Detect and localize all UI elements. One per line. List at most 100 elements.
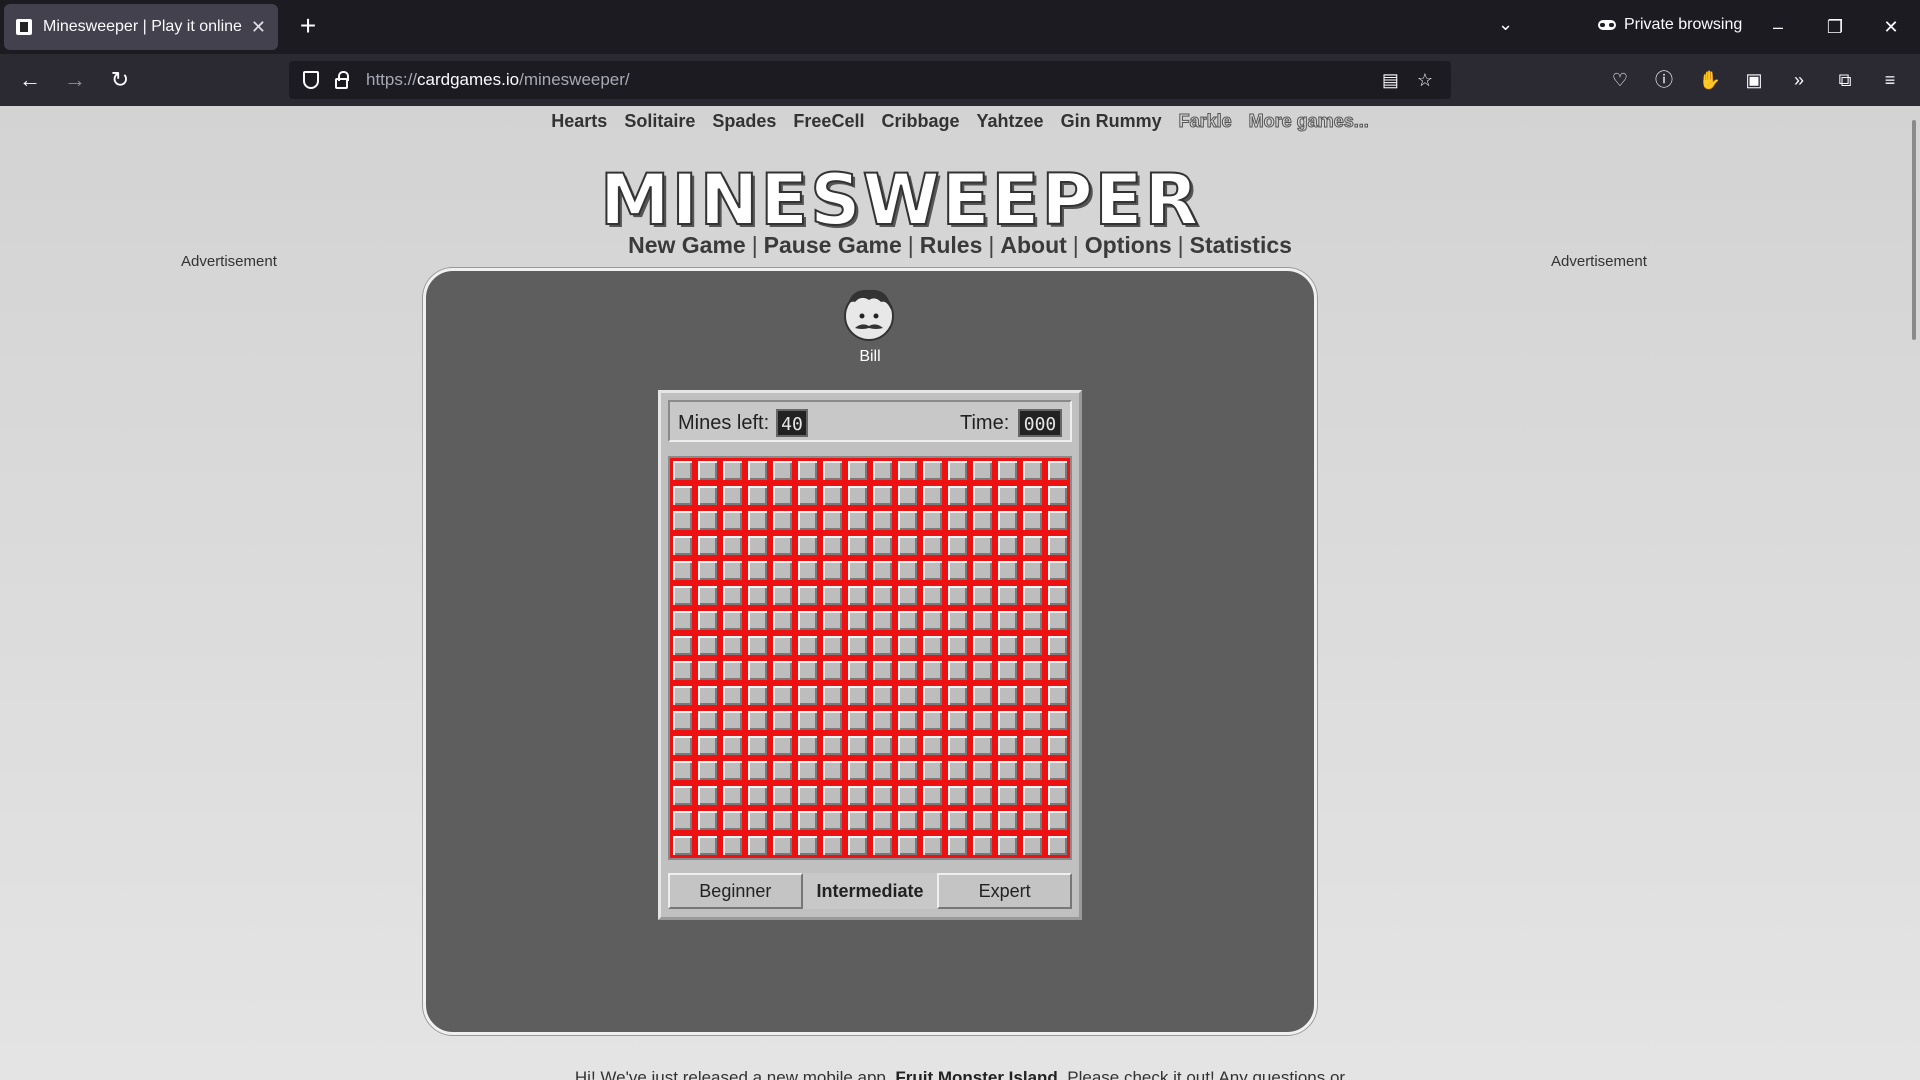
mine-cell[interactable]	[695, 808, 720, 833]
mine-cell[interactable]	[695, 683, 720, 708]
mine-cell[interactable]	[1020, 833, 1045, 858]
mine-cell[interactable]	[795, 558, 820, 583]
mine-cell[interactable]	[670, 483, 695, 508]
mine-cell[interactable]	[695, 483, 720, 508]
mine-cell[interactable]	[820, 658, 845, 683]
mine-cell[interactable]	[970, 583, 995, 608]
forward-arrow-icon[interactable]: →	[59, 64, 91, 96]
mine-cell[interactable]	[1020, 658, 1045, 683]
mine-cell[interactable]	[795, 583, 820, 608]
mine-cell[interactable]	[695, 583, 720, 608]
mine-cell[interactable]	[995, 708, 1020, 733]
mine-cell[interactable]	[770, 758, 795, 783]
mine-cell[interactable]	[720, 458, 745, 483]
mine-cell[interactable]	[870, 683, 895, 708]
mine-cell[interactable]	[745, 833, 770, 858]
mine-cell[interactable]	[920, 808, 945, 833]
mine-cell[interactable]	[795, 633, 820, 658]
mine-cell[interactable]	[1020, 808, 1045, 833]
mine-cell[interactable]	[770, 833, 795, 858]
mine-cell[interactable]	[970, 558, 995, 583]
mine-cell[interactable]	[970, 758, 995, 783]
hand-extension-icon[interactable]: ✋	[1696, 66, 1724, 94]
mine-cell[interactable]	[1045, 458, 1070, 483]
mine-cell[interactable]	[695, 783, 720, 808]
mine-cell[interactable]	[870, 808, 895, 833]
mine-cell[interactable]	[770, 558, 795, 583]
mine-cell[interactable]	[1045, 608, 1070, 633]
mine-cell[interactable]	[670, 633, 695, 658]
note-extension-icon[interactable]: ▣	[1740, 66, 1768, 94]
mine-cell[interactable]	[695, 633, 720, 658]
mine-cell[interactable]	[945, 533, 970, 558]
mine-cell[interactable]	[945, 658, 970, 683]
mine-cell[interactable]	[970, 808, 995, 833]
mine-cell[interactable]	[870, 633, 895, 658]
mine-cell[interactable]	[920, 833, 945, 858]
mine-cell[interactable]	[720, 583, 745, 608]
pocket-icon[interactable]: ♡	[1606, 66, 1634, 94]
mine-cell[interactable]	[695, 658, 720, 683]
mine-cell[interactable]	[995, 508, 1020, 533]
close-window-icon[interactable]: ✕	[1876, 12, 1906, 42]
menu-new-game[interactable]: New Game	[628, 232, 746, 258]
mine-cell[interactable]	[820, 808, 845, 833]
menu-pause-game[interactable]: Pause Game	[764, 232, 902, 258]
mine-cell[interactable]	[720, 733, 745, 758]
mine-cell[interactable]	[1020, 608, 1045, 633]
mine-cell[interactable]	[820, 558, 845, 583]
mine-cell[interactable]	[845, 708, 870, 733]
extensions-puzzle-icon[interactable]: ⧉	[1831, 66, 1859, 94]
reload-icon[interactable]: ↻	[104, 64, 136, 96]
mine-cell[interactable]	[945, 758, 970, 783]
mine-cell[interactable]	[1045, 708, 1070, 733]
mine-cell[interactable]	[720, 658, 745, 683]
mine-cell[interactable]	[920, 708, 945, 733]
mine-cell[interactable]	[695, 758, 720, 783]
mine-cell[interactable]	[745, 708, 770, 733]
mine-cell[interactable]	[970, 508, 995, 533]
tracking-protection-shield-icon[interactable]	[303, 71, 319, 89]
mine-cell[interactable]	[845, 608, 870, 633]
mine-cell[interactable]	[945, 708, 970, 733]
mine-cell[interactable]	[920, 458, 945, 483]
mine-cell[interactable]	[1045, 783, 1070, 808]
mine-cell[interactable]	[745, 558, 770, 583]
mine-cell[interactable]	[670, 583, 695, 608]
mine-cell[interactable]	[1020, 733, 1045, 758]
mine-cell[interactable]	[945, 608, 970, 633]
mine-cell[interactable]	[770, 633, 795, 658]
mine-cell[interactable]	[745, 458, 770, 483]
mine-cell[interactable]	[670, 608, 695, 633]
mine-cell[interactable]	[870, 558, 895, 583]
mine-cell[interactable]	[895, 783, 920, 808]
mine-cell[interactable]	[970, 533, 995, 558]
mine-cell[interactable]	[1020, 633, 1045, 658]
browser-tab[interactable]: Minesweeper | Play it online ✕	[4, 4, 278, 50]
mine-cell[interactable]	[870, 758, 895, 783]
mine-cell[interactable]	[720, 683, 745, 708]
mine-cell[interactable]	[770, 483, 795, 508]
mine-cell[interactable]	[795, 458, 820, 483]
mine-cell[interactable]	[1020, 483, 1045, 508]
mine-cell[interactable]	[820, 458, 845, 483]
mine-cell[interactable]	[870, 733, 895, 758]
nav-link-farkle[interactable]: Farkle	[1178, 111, 1232, 132]
mine-cell[interactable]	[845, 683, 870, 708]
mine-cell[interactable]	[845, 833, 870, 858]
mine-cell[interactable]	[945, 483, 970, 508]
mine-cell[interactable]	[995, 808, 1020, 833]
mine-cell[interactable]	[745, 683, 770, 708]
mine-cell[interactable]	[895, 808, 920, 833]
back-arrow-icon[interactable]: ←	[14, 64, 46, 96]
mine-cell[interactable]	[795, 683, 820, 708]
mine-cell[interactable]	[770, 533, 795, 558]
mine-cell[interactable]	[845, 808, 870, 833]
mine-cell[interactable]	[920, 608, 945, 633]
address-bar[interactable]: https://cardgames.io/minesweeper/ ▤ ☆	[289, 61, 1451, 99]
mine-cell[interactable]	[720, 708, 745, 733]
menu-options[interactable]: Options	[1085, 232, 1172, 258]
mine-cell[interactable]	[970, 708, 995, 733]
mine-cell[interactable]	[795, 608, 820, 633]
mine-cell[interactable]	[920, 658, 945, 683]
